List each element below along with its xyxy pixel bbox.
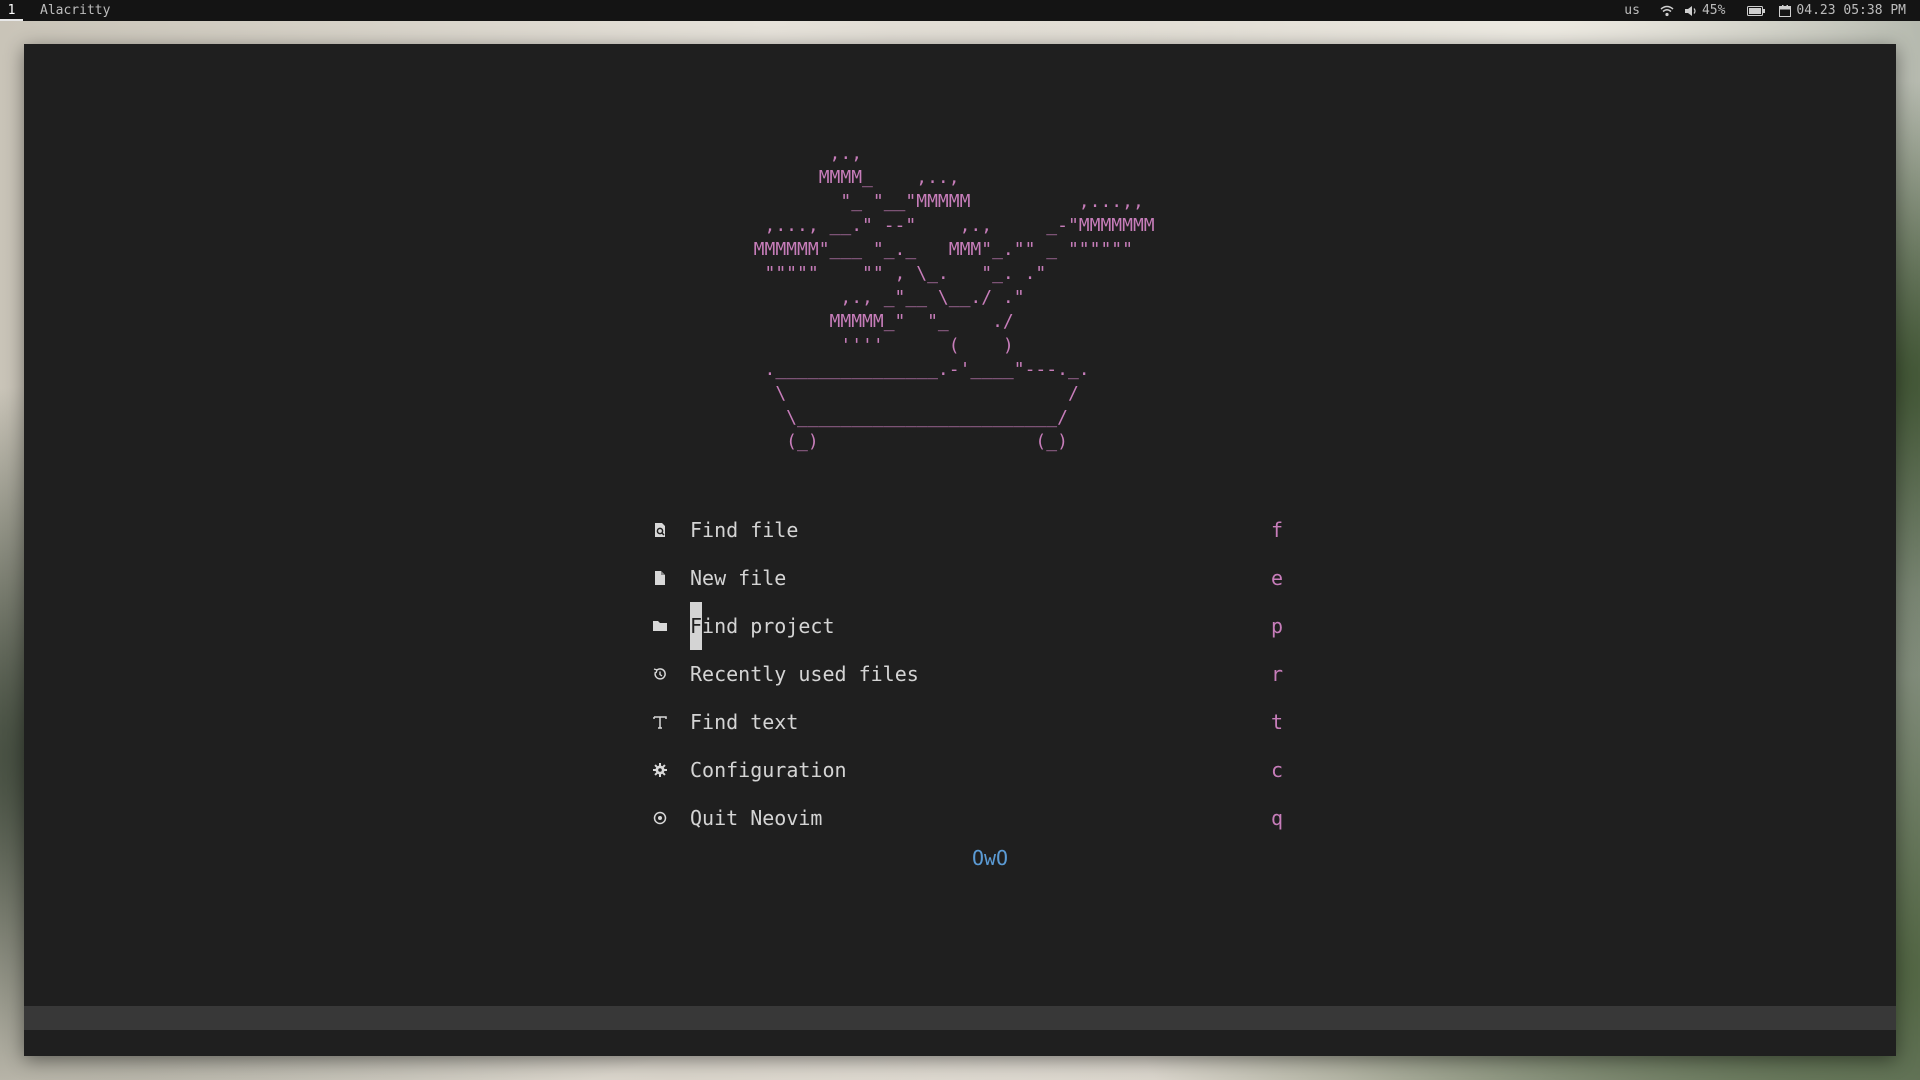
- text-icon: [650, 712, 670, 732]
- menu-item-shortcut: t: [1271, 710, 1284, 734]
- bonsai-ascii-art: ,., MMMM_ ,.., "_ "__"MMMMM ,...,, ,...,…: [753, 143, 1155, 452]
- menu-item-quit[interactable]: Quit Neovim q: [650, 794, 1290, 842]
- workspace-indicator[interactable]: 1: [0, 0, 23, 21]
- window-title: Alacritty: [40, 3, 111, 18]
- menu-item-label: New file: [690, 566, 787, 590]
- quit-icon: [650, 808, 670, 828]
- menu-item-shortcut: c: [1271, 758, 1284, 782]
- status-line: [24, 1006, 1896, 1030]
- menu-item-label: Find text: [690, 710, 799, 734]
- menu-item-label: Find project: [690, 602, 835, 650]
- new-file-icon: [650, 568, 670, 588]
- dashboard-menu: Find file f New file e Find project p Re…: [650, 506, 1290, 842]
- gear-icon: [650, 760, 670, 780]
- menu-item-shortcut: f: [1271, 518, 1284, 542]
- menu-item-recent-files[interactable]: Recently used files r: [650, 650, 1290, 698]
- menu-item-shortcut: e: [1271, 566, 1284, 590]
- keyboard-layout[interactable]: us: [1624, 0, 1640, 21]
- top-bar: 1 Alacritty us 45% 04.23 05:38 PM: [0, 0, 1920, 21]
- menu-item-label: Find file: [690, 518, 799, 542]
- menu-item-label: Configuration: [690, 758, 847, 782]
- menu-item-shortcut: p: [1271, 614, 1284, 638]
- volume-level[interactable]: 45%: [1702, 0, 1725, 21]
- text-cursor: F: [690, 602, 703, 650]
- menu-item-find-project[interactable]: Find project p: [650, 602, 1290, 650]
- system-tray: us 45% 04.23 05:38 PM: [1624, 0, 1906, 21]
- volume-icon[interactable]: [1684, 5, 1698, 17]
- menu-item-find-text[interactable]: Find text t: [650, 698, 1290, 746]
- terminal-window[interactable]: ,., MMMM_ ,.., "_ "__"MMMMM ,...,, ,...,…: [24, 44, 1896, 1056]
- calendar-icon: [1779, 4, 1792, 17]
- menu-item-shortcut: r: [1271, 662, 1284, 686]
- menu-item-new-file[interactable]: New file e: [650, 554, 1290, 602]
- command-line[interactable]: [24, 1030, 1896, 1056]
- dashboard-footer: OwO: [971, 846, 1009, 870]
- menu-item-label-rest: ind project: [702, 614, 835, 638]
- search-file-icon: [650, 520, 670, 540]
- menu-item-configuration[interactable]: Configuration c: [650, 746, 1290, 794]
- battery-icon[interactable]: [1747, 5, 1766, 16]
- history-icon: [650, 664, 670, 684]
- wifi-icon[interactable]: [1660, 5, 1674, 17]
- folder-icon: [650, 616, 670, 636]
- menu-item-label: Recently used files: [690, 662, 919, 686]
- menu-item-find-file[interactable]: Find file f: [650, 506, 1290, 554]
- menu-item-shortcut: q: [1271, 806, 1284, 830]
- menu-item-label: Quit Neovim: [690, 806, 823, 830]
- clock[interactable]: 04.23 05:38 PM: [1796, 0, 1906, 21]
